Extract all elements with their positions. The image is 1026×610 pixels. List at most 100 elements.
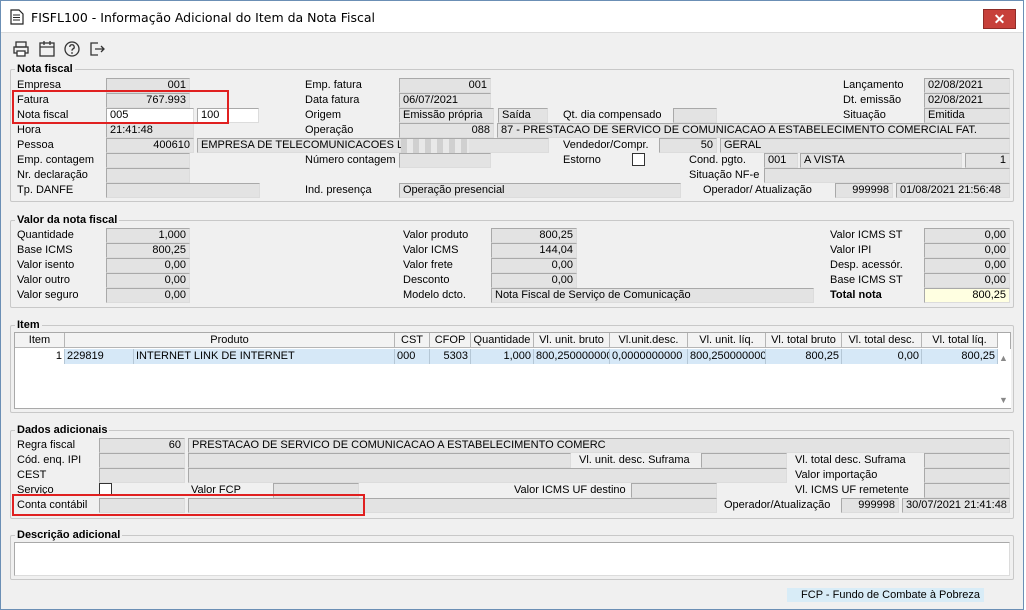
data-fatura-label: Data fatura [305,94,360,106]
quantidade-label: Quantidade [17,229,74,241]
base-icms-field[interactable]: 800,25 [106,243,190,258]
base-icms-st-field[interactable]: 0,00 [924,273,1010,288]
item-grid[interactable]: Item Produto CST CFOP Quantidade Vl. uni… [14,332,1011,409]
operador-dados-data-field[interactable]: 30/07/2021 21:41:48 [902,498,1010,513]
desp-acessor-field[interactable]: 0,00 [924,258,1010,273]
vl-unit-suframa-label: Vl. unit. desc. Suframa [579,454,690,466]
operacao-desc-field[interactable]: 87 - PRESTACAO DE SERVICO DE COMUNICACAO… [497,123,1010,138]
numero-contagem-field[interactable] [399,153,491,168]
item-group-title: Item [15,319,42,331]
cell-item[interactable]: 1 [15,349,65,364]
cell-vl-total-desc[interactable]: 0,00 [842,349,922,364]
scroll-down-icon[interactable]: ▼ [999,395,1008,405]
cod-enq-ipi-desc-field[interactable] [188,453,571,468]
lancamento-field[interactable]: 02/08/2021 [924,78,1010,93]
cell-vl-unit-liq[interactable]: 800,2500000000 [688,349,766,364]
operador-dados-field[interactable]: 999998 [841,498,899,513]
valor-isento-field[interactable]: 0,00 [106,258,190,273]
valor-icms-field[interactable]: 144,04 [491,243,577,258]
cell-produto-nome[interactable]: INTERNET LINK DE INTERNET [134,349,395,364]
cond-pgto-cod-field[interactable]: 001 [764,153,798,168]
situacao-field[interactable]: Emitida [924,108,1010,123]
regra-fiscal-cod-field[interactable]: 60 [99,438,185,453]
estorno-checkbox[interactable] [632,153,645,166]
tp-danfe-field[interactable] [106,183,260,198]
pessoa-cod-field[interactable]: 400610 [106,138,194,153]
cond-pgto-parcelas-field[interactable]: 1 [965,153,1010,168]
col-vl-unit-desc[interactable]: Vl.unit.desc. [610,333,688,348]
vendedor-nome-field[interactable]: GERAL [720,138,1010,153]
total-nota-field[interactable]: 800,25 [924,288,1010,303]
pessoa-nome-field[interactable]: EMPRESA DE TELECOMUNICACOES LTDA ( [197,138,549,153]
highlight-fatura-nota [12,90,229,124]
valor-produto-field[interactable]: 800,25 [491,228,577,243]
help-icon[interactable] [63,40,81,58]
valor-outro-field[interactable]: 0,00 [106,273,190,288]
valor-nota-group-title: Valor da nota fiscal [15,214,120,226]
quantidade-field[interactable]: 1,000 [106,228,190,243]
vl-total-suframa-field[interactable] [924,453,1010,468]
vendedor-cod-field[interactable]: 50 [659,138,717,153]
col-item[interactable]: Item [15,333,65,348]
modelo-dcto-field[interactable]: Nota Fiscal de Serviço de Comunicação [491,288,814,303]
close-button[interactable]: ✕ [983,9,1016,29]
cest-field[interactable] [99,468,185,483]
qt-dia-field[interactable] [673,108,717,123]
col-vl-total-liq[interactable]: Vl. total líq. [922,333,998,348]
grid-vertical-scrollbar[interactable]: ▲ ▼ [998,349,1011,408]
hora-field[interactable]: 21:41:48 [106,123,194,138]
nr-declaracao-field[interactable] [106,168,190,183]
cell-cfop[interactable]: 5303 [430,349,471,364]
regra-fiscal-desc-field[interactable]: PRESTACAO DE SERVICO DE COMUNICACAO A ES… [188,438,1010,453]
desconto-field[interactable]: 0,00 [491,273,577,288]
cell-produto-cod[interactable]: 229819 [65,349,134,364]
col-vl-unit-liq[interactable]: Vl. unit. líq. [688,333,766,348]
operacao-cod-field[interactable]: 088 [399,123,494,138]
valor-importacao-field[interactable] [924,468,1010,483]
operacao-label: Operação [305,124,354,136]
situacao-nfe-field[interactable] [764,168,1010,183]
col-cst[interactable]: CST [395,333,430,348]
valor-seguro-field[interactable]: 0,00 [106,288,190,303]
cell-vl-unit-bruto[interactable]: 800,2500000000 [534,349,610,364]
vl-icms-uf-remetente-field[interactable] [924,483,1010,498]
tipo-field[interactable]: Saída [498,108,548,123]
col-produto[interactable]: Produto [65,333,395,348]
descricao-adicional-textarea[interactable] [14,542,1010,576]
col-vl-total-desc[interactable]: Vl. total desc. [842,333,922,348]
emp-contagem-field[interactable] [106,153,190,168]
valor-icms-st-field[interactable]: 0,00 [924,228,1010,243]
cod-enq-ipi-field[interactable] [99,453,185,468]
col-quantidade[interactable]: Quantidade [471,333,534,348]
main-window: FISFL100 - Informação Adicional do Item … [0,0,1024,610]
cell-vl-total-liq[interactable]: 800,25 [922,349,998,364]
operador-data-field[interactable]: 01/08/2021 21:56:48 [896,183,1010,198]
valor-frete-field[interactable]: 0,00 [491,258,577,273]
dt-emissao-field[interactable]: 02/08/2021 [924,93,1010,108]
col-cfop[interactable]: CFOP [430,333,471,348]
vl-unit-suframa-field[interactable] [701,453,787,468]
cell-vl-unit-desc[interactable]: 0,0000000000 [610,349,688,364]
ind-presenca-field[interactable]: Operação presencial [399,183,681,198]
emp-fatura-field[interactable]: 001 [399,78,491,93]
cell-vl-total-bruto[interactable]: 800,25 [766,349,842,364]
col-vl-total-bruto[interactable]: Vl. total bruto [766,333,842,348]
origem-field[interactable]: Emissão própria [399,108,494,123]
col-vl-unit-bruto[interactable]: Vl. unit. bruto [534,333,610,348]
exit-icon[interactable] [88,40,106,58]
estorno-label: Estorno [563,154,601,166]
data-fatura-field[interactable]: 06/07/2021 [399,93,491,108]
operador-field[interactable]: 999998 [835,183,893,198]
cell-cst[interactable]: 000 [395,349,430,364]
scroll-up-icon[interactable]: ▲ [999,353,1008,363]
cond-pgto-desc-field[interactable]: A VISTA [800,153,962,168]
printer-icon[interactable] [12,40,30,58]
desconto-label: Desconto [403,274,450,286]
cest-desc-field[interactable] [188,468,787,483]
valor-icms-uf-destino-field[interactable] [631,483,717,498]
cell-quantidade[interactable]: 1,000 [471,349,534,364]
calendar-icon[interactable] [38,40,56,58]
valor-frete-label: Valor frete [403,259,453,271]
valor-ipi-field[interactable]: 0,00 [924,243,1010,258]
title-bar: FISFL100 - Informação Adicional do Item … [1,1,1023,33]
